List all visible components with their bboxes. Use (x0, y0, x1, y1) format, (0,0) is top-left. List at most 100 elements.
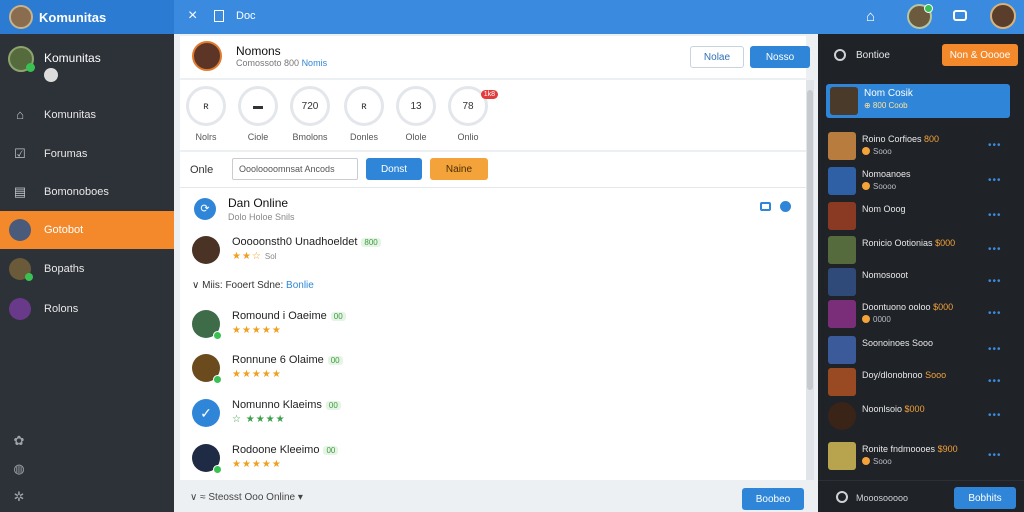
online-status-icon (213, 375, 222, 384)
app-title-bar[interactable]: Komunitas (0, 0, 174, 34)
footer-text[interactable]: Mooosooooo (856, 493, 908, 503)
more-options-icon[interactable]: ••• (988, 175, 1002, 186)
stat-item[interactable]: ʀ Donles (340, 86, 388, 142)
right-panel-footer: Mooosooooo Bobhits (818, 480, 1024, 512)
message-icon[interactable] (953, 10, 967, 21)
list-item[interactable]: Doy/dlonobnoo Sooo ••• (828, 368, 1018, 400)
sidebar-item-gotobot[interactable]: Gotobot (0, 211, 174, 249)
avatar (192, 310, 222, 340)
list-item[interactable]: Noonlsoio $000 ••• (828, 402, 1018, 434)
online-status-icon (213, 465, 222, 474)
more-options-icon[interactable]: ••• (988, 344, 1002, 355)
thumbnail (828, 202, 856, 230)
rating-stars: ★★★★★ (232, 369, 282, 380)
profile-link[interactable]: Nomis (302, 58, 328, 68)
avatar (192, 444, 222, 474)
window-icon[interactable] (214, 10, 224, 22)
home-icon[interactable]: ⌂ (866, 8, 875, 25)
coin-icon (862, 182, 870, 190)
stat-label: Olole (405, 132, 427, 142)
more-options-icon[interactable]: ••• (988, 410, 1002, 421)
sidebar-item-forumas[interactable]: ☑ Forumas (0, 135, 174, 173)
list-item[interactable]: Soonoinoes Sooo ••• (828, 336, 1018, 368)
list-item[interactable]: Nomosooot ••• (828, 268, 1018, 300)
more-options-icon[interactable]: ••• (988, 276, 1002, 287)
profile-avatar[interactable] (192, 41, 222, 71)
chevron-down-icon: ∨ (192, 280, 203, 291)
account-avatar[interactable] (990, 3, 1016, 29)
right-panel-header: Bontioe Non & Ooooe (818, 34, 1024, 74)
scrollbar-thumb[interactable] (807, 90, 813, 390)
sidebar-item-bopaths[interactable]: Bopaths (0, 250, 174, 288)
more-options-icon[interactable]: ••• (988, 140, 1002, 151)
list-item[interactable]: Roino Corfioes 800 Sooo ••• (828, 132, 1018, 164)
scrollbar[interactable] (806, 80, 814, 480)
more-button[interactable]: Naine (430, 158, 488, 180)
section-header[interactable]: ∨ Miis: Fooert Sdne: Bonlie (192, 280, 314, 291)
avatar (9, 258, 33, 281)
sidebar-item-rolons[interactable]: Rolons (0, 290, 174, 328)
stat-item[interactable]: ʀ Nolrs (182, 86, 230, 142)
footer-text[interactable]: ∨ ≈ Steosst Ooo Online ▾ (190, 492, 303, 503)
list-item[interactable]: ✓ Nomunno Klaeims 00 ☆ ★★★★ (192, 397, 792, 433)
settings-icon[interactable]: ✿ (12, 434, 26, 448)
item-sub: Sooo (862, 147, 892, 156)
footer-button[interactable]: Boobeo (742, 488, 804, 510)
online-status-icon (26, 63, 35, 72)
thumbnail (828, 442, 856, 470)
app-avatar (9, 5, 33, 29)
sidebar-item-bomonoboes[interactable]: ▤ Bomonoboes (0, 173, 174, 211)
list-item[interactable]: Romound i Oaeime 00 ★★★★★ (192, 308, 792, 344)
featured-item[interactable]: Nom Cosik ⊕ 800 Coob (826, 84, 1010, 118)
status-badge: 00 (323, 446, 339, 455)
list-item[interactable]: Doontuono ooloo $000 0000 ••• (828, 300, 1018, 332)
close-icon[interactable]: × (188, 7, 197, 25)
online-header: ⟳ Dan Online Dolo Holoe Snils (180, 192, 806, 228)
stat-item[interactable]: ▬ Ciole (234, 86, 282, 142)
list-item[interactable]: Ooooonsth0 Unadhoeldet 800 ★★☆ Sol (192, 234, 792, 270)
chat-bubble-icon[interactable] (760, 202, 771, 211)
more-options-icon[interactable]: ••• (988, 450, 1002, 461)
user-avatar[interactable] (907, 4, 933, 29)
sidebar-item-komunitas[interactable]: ⌂ Komunitas (0, 96, 174, 134)
section-link[interactable]: Bonlie (286, 280, 314, 291)
list-item[interactable]: Ronnune 6 Olaime 00 ★★★★★ (192, 352, 792, 388)
more-options-icon[interactable]: ••• (988, 308, 1002, 319)
gear-icon[interactable]: ✲ (12, 490, 26, 504)
list-item[interactable]: Ronite fndmoooes $900 Sooo ••• (828, 442, 1018, 474)
send-button[interactable]: Donst (366, 158, 422, 180)
more-options-icon[interactable]: ••• (988, 376, 1002, 387)
stat-item[interactable]: 13 Olole (392, 86, 440, 142)
profile-subtitle: Comossoto 800 Nomis (236, 58, 328, 68)
right-panel-button[interactable]: Non & Ooooe (942, 44, 1018, 66)
stat-label: Ciole (247, 132, 269, 142)
list-item[interactable]: Nom Ooog ••• (828, 202, 1018, 234)
item-name: Nomosooot (862, 270, 909, 280)
stat-value: 13 (396, 86, 436, 126)
info-icon[interactable] (780, 201, 791, 212)
primary-button[interactable]: Nosso (750, 46, 810, 68)
item-name: Ronite fndmoooes $900 (862, 444, 958, 454)
stat-item[interactable]: 720 Bmolons (286, 86, 334, 142)
item-name: Doontuono ooloo $000 (862, 302, 954, 312)
online-status-icon (213, 331, 222, 340)
rating-stars: ☆ ★★★★ (232, 414, 286, 425)
search-input[interactable]: Oooloooomnsat Ancods (232, 158, 358, 180)
more-options-icon[interactable]: ••• (988, 244, 1002, 255)
more-options-icon[interactable]: ••• (988, 210, 1002, 221)
globe-icon[interactable] (44, 68, 58, 82)
home-icon: ⌂ (16, 107, 24, 122)
sidebar-item-label: Komunitas (44, 109, 96, 121)
item-name: Soonoinoes Sooo (862, 338, 934, 348)
stat-item[interactable]: 78 Onlio 1k8 (444, 86, 498, 142)
list-item[interactable]: Rodoone Kleeimo 00 ★★★★★ (192, 442, 792, 478)
list-item[interactable]: Nomoanoes Soooo ••• (828, 167, 1018, 199)
info-icon[interactable]: ◍ (12, 462, 26, 476)
list-item[interactable]: Ronicio Ootionias $000 ••• (828, 236, 1018, 268)
stat-value: ʀ (344, 86, 384, 126)
thumbnail (828, 167, 856, 195)
footer-button[interactable]: Bobhits (954, 487, 1016, 509)
thumbnail (828, 268, 856, 296)
secondary-button[interactable]: Nolae (690, 46, 744, 68)
item-name: Nomoanoes (862, 169, 911, 179)
